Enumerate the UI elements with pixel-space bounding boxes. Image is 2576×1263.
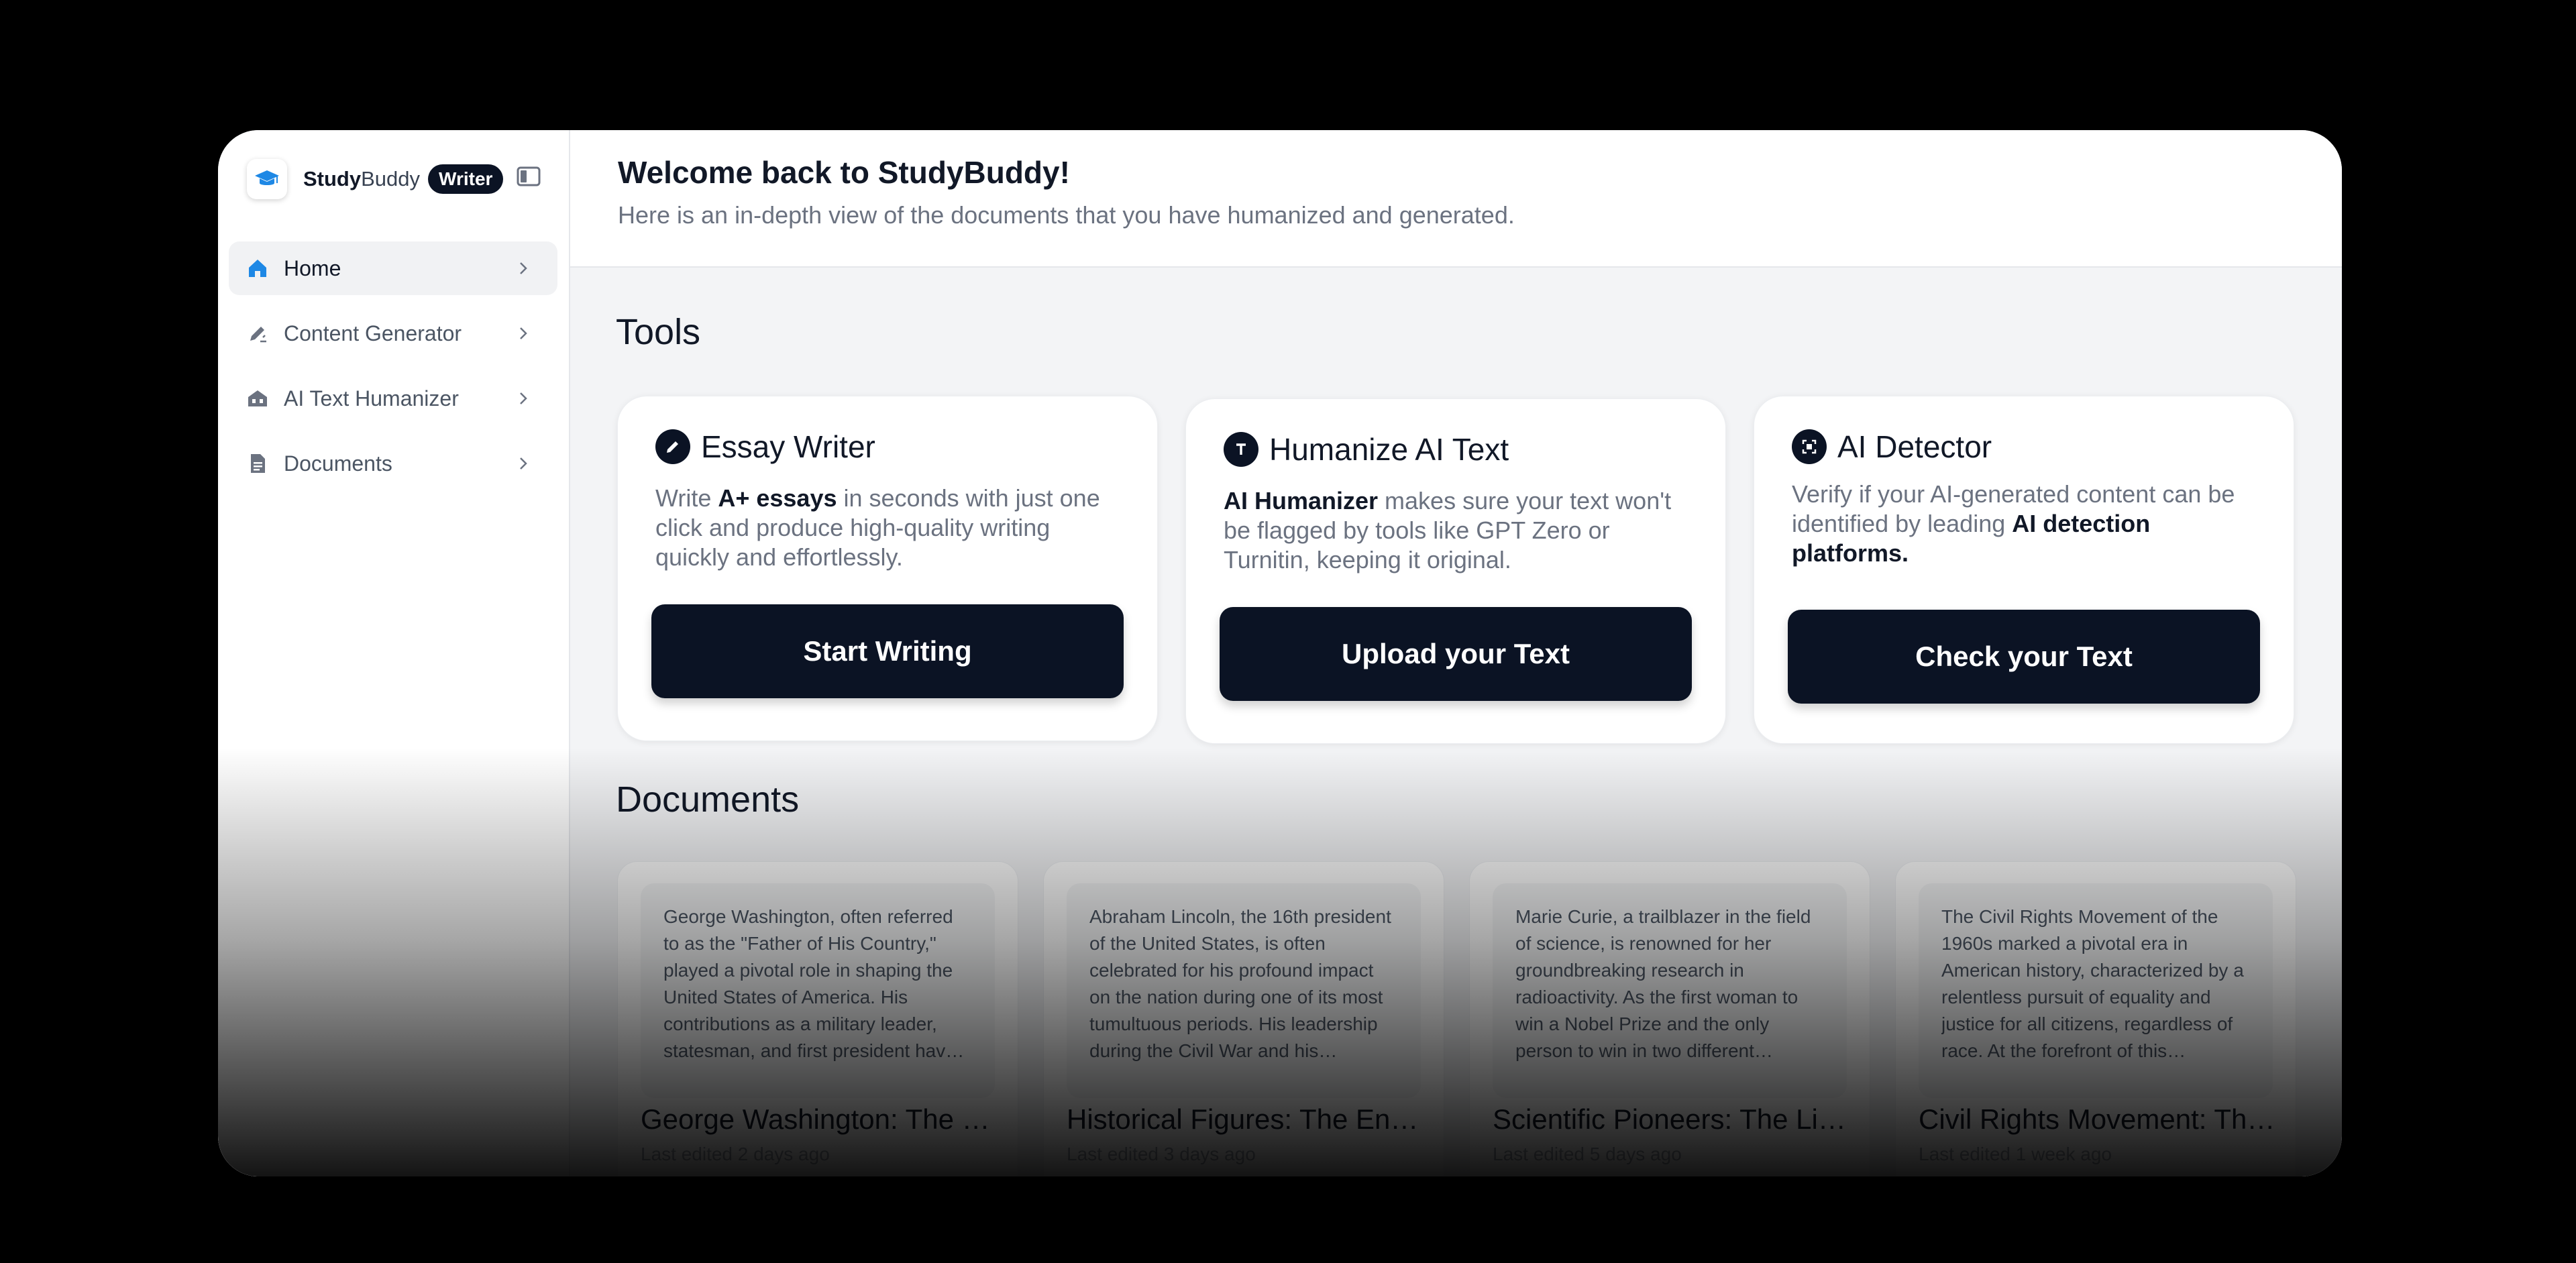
tool-title: Humanize AI Text [1269,432,1509,467]
document-card[interactable]: The Civil Rights Movement of the 1960s m… [1895,861,2296,1176]
document-card[interactable]: Abraham Lincoln, the 16th president of t… [1043,861,1444,1176]
brand-name: StudyBuddy [303,167,421,190]
chevron-right-icon [520,262,527,274]
tool-description: Verify if your AI-generated content can … [1792,480,2235,567]
tools-section-title: Tools [616,312,701,352]
sidebar-item-content-generator[interactable]: Content Generator [229,307,557,360]
documents-section-title: Documents [616,779,800,820]
tool-description: Write A+ essays in seconds with just one… [655,484,1100,571]
sidebar-item-ai-text-humanizer[interactable]: AI Text Humanizer [229,372,557,425]
document-card[interactable]: Marie Curie, a trailblazer in the field … [1469,861,1870,1176]
upload-text-button[interactable]: Upload your Text [1220,607,1692,701]
tool-title: Essay Writer [701,429,875,464]
document-icon [246,452,269,475]
tool-title: AI Detector [1837,429,1992,464]
app-window: StudyBuddy Writer Home Content Generator… [218,130,2342,1176]
document-card[interactable]: George Washington, often referred to as … [617,861,1018,1176]
document-preview: George Washington, often referred to as … [641,883,995,1098]
sidebar-toggle-icon[interactable] [517,166,541,186]
chevron-right-icon [520,457,527,470]
sidebar-item-home[interactable]: Home [229,241,557,295]
document-meta: Last edited 1 week ago [1919,1144,2112,1164]
pen-icon [246,322,269,345]
start-writing-button[interactable]: Start Writing [651,604,1124,698]
page-title: Welcome back to StudyBuddy! [618,155,1070,190]
graduation-cap-icon [247,159,287,199]
page-subtitle: Here is an in-depth view of the document… [618,201,1515,229]
document-preview: Marie Curie, a trailblazer in the field … [1493,883,1847,1098]
document-meta: Last edited 2 days ago [641,1144,830,1164]
tool-description: AI Humanizer makes sure your text won't … [1224,487,1672,573]
brand-badge: Writer [428,164,504,194]
scan-icon [1792,429,1827,464]
tool-card-essay-writer: Essay Writer Write A+ essays in seconds … [617,396,1158,741]
document-meta: Last edited 3 days ago [1067,1144,1256,1164]
brand[interactable]: StudyBuddy Writer [247,159,504,199]
page-header: Welcome back to StudyBuddy! Here is an i… [570,130,2342,268]
chevron-right-icon [520,327,527,339]
document-title: Scientific Pioneers: The Life of Marie C… [1493,1103,1849,1135]
sidebar-nav: Home Content Generator AI Text Humanizer [229,241,557,502]
sidebar-item-documents[interactable]: Documents [229,437,557,490]
home-icon [246,257,269,280]
tool-card-humanize-ai-text: Humanize AI Text AI Humanizer makes sure… [1185,398,1726,744]
document-title: Historical Figures: The Enduring Legacy … [1067,1103,1424,1135]
document-preview: The Civil Rights Movement of the 1960s m… [1919,883,2273,1098]
check-text-button[interactable]: Check your Text [1788,610,2260,704]
building-icon [246,387,269,410]
document-title: Civil Rights Movement: The Fight for Equ… [1919,1103,2275,1135]
sidebar: StudyBuddy Writer Home Content Generator… [218,130,570,1176]
document-meta: Last edited 5 days ago [1493,1144,1682,1164]
chevron-right-icon [520,392,527,404]
text-icon [1224,432,1258,467]
document-title: George Washington: The Father of His Cou… [641,1103,998,1135]
tool-card-ai-detector: AI Detector Verify if your AI-generated … [1754,396,2294,744]
pen-icon [655,429,690,464]
document-preview: Abraham Lincoln, the 16th president of t… [1067,883,1421,1098]
